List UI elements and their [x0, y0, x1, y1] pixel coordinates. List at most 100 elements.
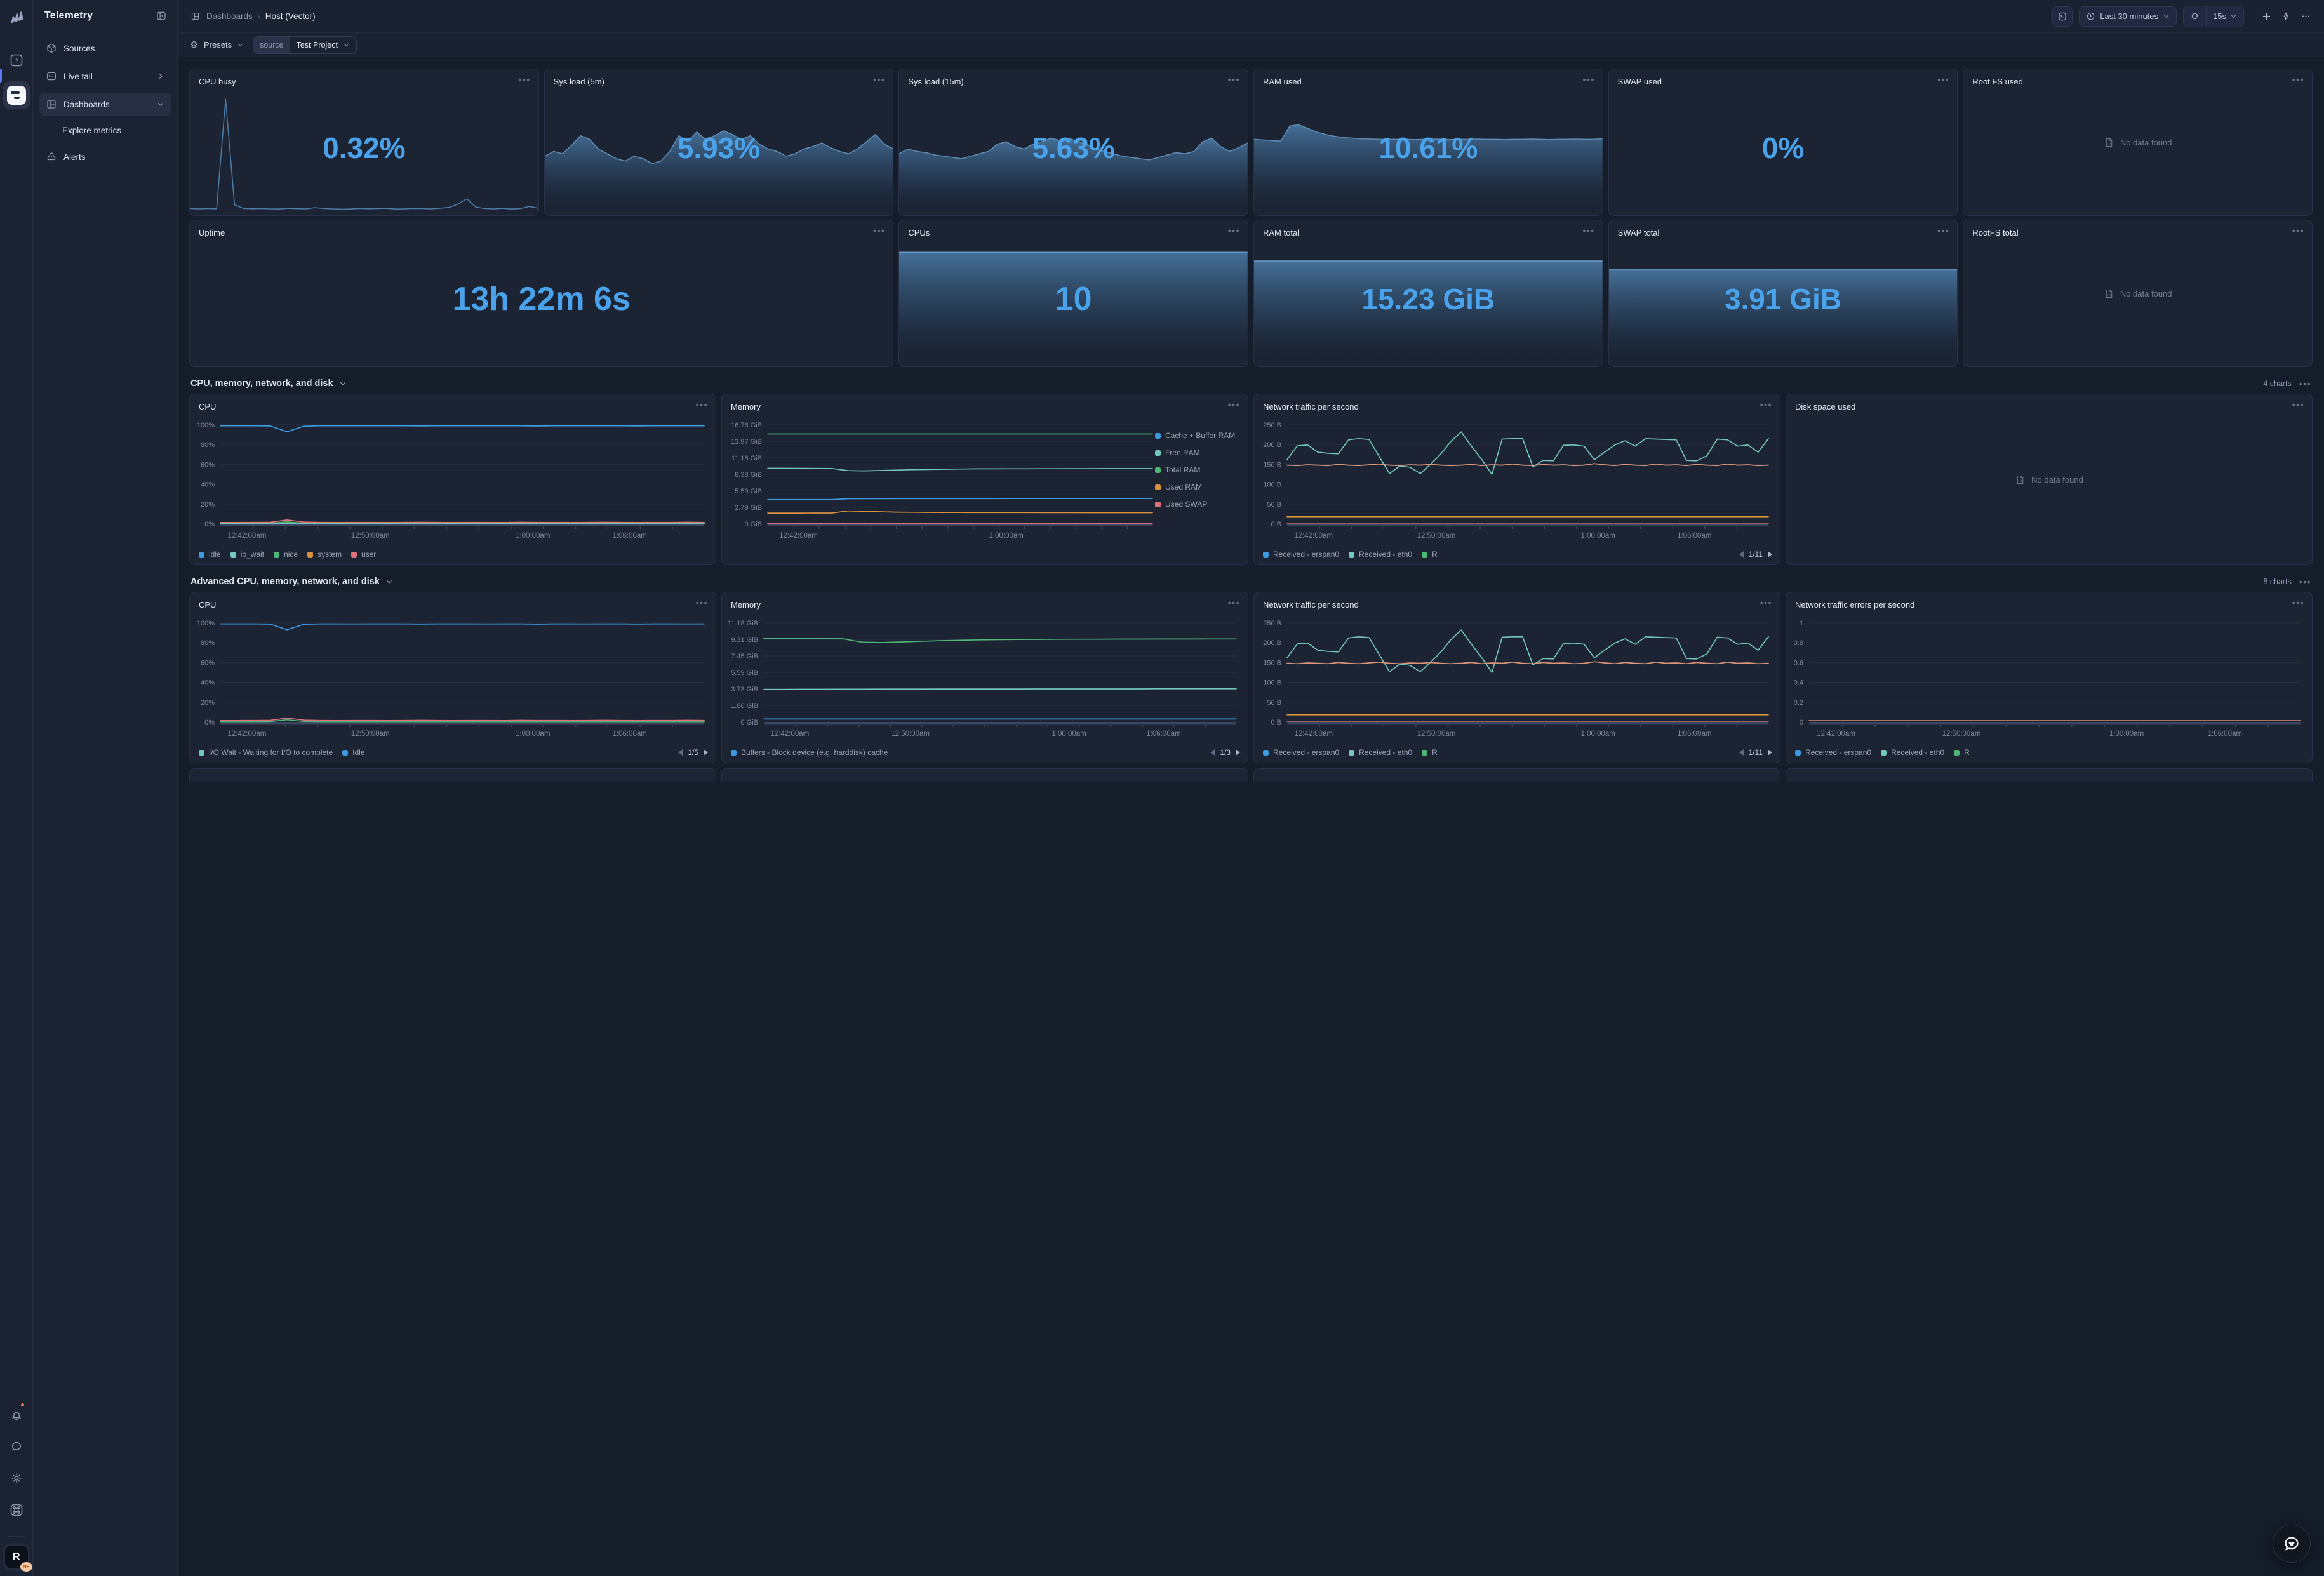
collapse-sidebar-icon[interactable] — [154, 9, 168, 23]
legend-label: Received - eth0 — [1891, 748, 1944, 757]
refresh-interval-dropdown[interactable]: 15s — [2207, 6, 2243, 27]
page-prev-arrow[interactable] — [1739, 551, 1744, 558]
refresh-button[interactable] — [2184, 6, 2207, 27]
legend-item[interactable]: Used RAM — [1155, 483, 1241, 491]
page-next-arrow[interactable] — [1768, 749, 1772, 756]
partial-card — [1786, 768, 2313, 782]
lightning-button[interactable] — [2280, 10, 2293, 23]
avatar[interactable]: R NF — [5, 1546, 28, 1568]
card-menu-button[interactable]: ••• — [696, 402, 708, 407]
x-tick-label: 1:06:00am — [1677, 730, 1711, 738]
legend-item[interactable]: user — [351, 550, 376, 559]
source-filter[interactable]: source Test Project — [253, 36, 357, 54]
card-menu-button[interactable]: ••• — [1937, 228, 1949, 233]
legend-item[interactable]: R — [1954, 748, 1970, 757]
legend-item[interactable]: idle — [199, 550, 221, 559]
y-tick-label: 1.86 GiB — [731, 702, 758, 710]
legend-item[interactable]: nice — [274, 550, 298, 559]
card-menu-button[interactable]: ••• — [1228, 228, 1240, 233]
empty-state: No data found — [1786, 394, 2312, 564]
card-menu-button[interactable]: ••• — [1937, 77, 1949, 82]
rail-item-dashboards-active[interactable] — [3, 81, 30, 109]
legend-item[interactable]: Received - erspan0 — [1263, 748, 1339, 757]
card-title: CPU — [199, 402, 216, 411]
page-prev-arrow[interactable] — [1739, 749, 1744, 756]
page-next-arrow[interactable] — [704, 749, 708, 756]
legend-item[interactable]: io_wait — [230, 550, 264, 559]
theme-sun-icon[interactable] — [6, 1467, 27, 1489]
card-menu-button[interactable]: ••• — [2292, 402, 2304, 407]
card-menu-button[interactable]: ••• — [873, 228, 885, 233]
sidebar-item-dashboards[interactable]: Dashboards — [39, 93, 171, 116]
section-menu-button[interactable]: ••• — [2299, 579, 2311, 584]
card-menu-button[interactable]: ••• — [1582, 228, 1594, 233]
section-chart-count: 4 charts — [2263, 379, 2291, 388]
card-menu-button[interactable]: ••• — [518, 77, 530, 82]
card-menu-button[interactable]: ••• — [1228, 600, 1240, 605]
legend-item[interactable]: system — [307, 550, 342, 559]
card-menu-button[interactable]: ••• — [1760, 600, 1772, 605]
sidebar-subitem-explore-metrics[interactable]: Explore metrics — [53, 121, 171, 140]
y-tick-label: 0.8 — [1794, 639, 1803, 647]
legend-label: nice — [284, 550, 298, 559]
legend-item[interactable]: Received - erspan0 — [1263, 550, 1339, 559]
quickstart-icon[interactable] — [6, 50, 27, 71]
legend-item[interactable]: Used SWAP — [1155, 500, 1241, 509]
legend-item[interactable]: Idle — [342, 748, 364, 757]
x-tick-label: 12:42:00am — [1294, 532, 1333, 540]
legend-item[interactable]: R — [1422, 550, 1438, 559]
card-menu-button[interactable]: ••• — [873, 77, 885, 82]
page-next-arrow[interactable] — [1768, 551, 1772, 558]
x-tick-label: 12:50:00am — [1942, 730, 1981, 738]
card-menu-button[interactable]: ••• — [1228, 77, 1240, 82]
dashboard-content: CPU busy•••0.32% Sys load (5m)•••5.93% S… — [178, 57, 2324, 1576]
legend-item[interactable]: I/O Wait - Waiting for I/O to complete — [199, 748, 333, 757]
legend-label: Free RAM — [1165, 448, 1200, 457]
shortcuts-command-icon[interactable] — [6, 1499, 27, 1521]
legend-item[interactable]: R — [1422, 748, 1438, 757]
charts-row-advanced: CPU•••100%80%60%40%20%0%12:42:00am12:50:… — [189, 592, 2313, 763]
section-toggle[interactable]: Advanced CPU, memory, network, and disk — [190, 577, 393, 587]
breadcrumb-dashboards[interactable]: Dashboards — [206, 11, 253, 21]
add-chart-button[interactable] — [2260, 10, 2273, 23]
x-tick-label: 1:00:00am — [516, 532, 550, 540]
card-menu-button[interactable]: ••• — [1582, 77, 1594, 82]
sidebar-item-alerts[interactable]: Alerts — [39, 145, 171, 168]
sidebar-item-sources[interactable]: Sources — [39, 37, 171, 60]
card-title: CPU — [199, 600, 216, 610]
legend-item[interactable]: Cache + Buffer RAM — [1155, 431, 1241, 440]
legend-item[interactable]: Free RAM — [1155, 448, 1241, 457]
x-tick-label: 1:06:00am — [1146, 730, 1180, 738]
legend-item[interactable]: Received - eth0 — [1881, 748, 1944, 757]
time-range-dropdown[interactable]: Last 30 minutes — [2079, 6, 2177, 27]
card-menu-button[interactable]: ••• — [696, 600, 708, 605]
card-menu-button[interactable]: ••• — [1760, 402, 1772, 407]
card-menu-button[interactable]: ••• — [2292, 600, 2304, 605]
notifications-bell-icon[interactable] — [6, 1404, 27, 1426]
support-chat-fab[interactable] — [2273, 1525, 2310, 1562]
app-logo-icon[interactable] — [7, 8, 26, 27]
legend-item[interactable]: Buffers - Block device (e.g. harddisk) c… — [731, 748, 888, 757]
card-menu-button[interactable]: ••• — [2292, 228, 2304, 233]
legend-item[interactable]: Received - eth0 — [1349, 748, 1412, 757]
card-menu-button[interactable]: ••• — [2292, 77, 2304, 82]
legend-item[interactable]: Received - eth0 — [1349, 550, 1412, 559]
legend-item[interactable]: Total RAM — [1155, 465, 1241, 474]
more-menu-button[interactable] — [2299, 10, 2313, 23]
section-toggle[interactable]: CPU, memory, network, and disk — [190, 378, 347, 389]
presets-dropdown[interactable]: Presets — [189, 40, 244, 50]
page-prev-arrow[interactable] — [1210, 749, 1215, 756]
x-tick-label: 1:06:00am — [612, 730, 646, 738]
chart-card-disk-space: Disk space used•••No data found — [1786, 394, 2313, 565]
y-tick-label: 11.18 GiB — [728, 620, 758, 627]
page-next-arrow[interactable] — [1236, 749, 1240, 756]
section-menu-button[interactable]: ••• — [2299, 381, 2311, 386]
card-menu-button[interactable]: ••• — [1228, 402, 1240, 407]
page-prev-arrow[interactable] — [678, 749, 683, 756]
feedback-chat-icon[interactable] — [6, 1436, 27, 1457]
legend-item[interactable]: Received - erspan0 — [1795, 748, 1871, 757]
y-tick-label: 60% — [201, 659, 215, 667]
kiosk-panel-button[interactable] — [2052, 6, 2073, 27]
sidebar-item-live-tail[interactable]: Live tail — [39, 65, 171, 88]
legend-swatch — [199, 552, 204, 558]
